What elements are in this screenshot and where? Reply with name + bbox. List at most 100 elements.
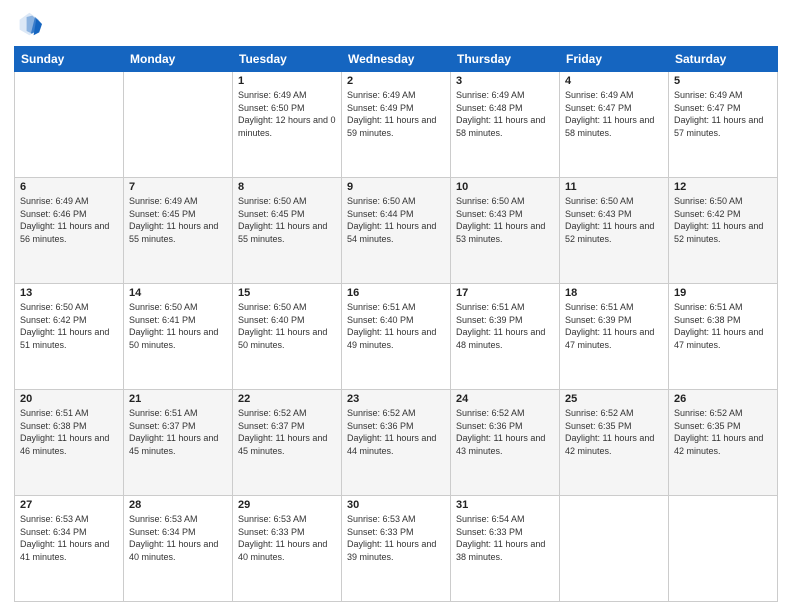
day-detail: Sunrise: 6:50 AMSunset: 6:44 PMDaylight:… (347, 196, 436, 244)
day-number: 10 (456, 181, 554, 193)
day-number: 3 (456, 75, 554, 87)
calendar-day-cell: 6 Sunrise: 6:49 AMSunset: 6:46 PMDaylight… (15, 178, 124, 284)
day-number: 11 (565, 181, 663, 193)
calendar-day-cell: 17Sunrise: 6:51 AMSunset: 6:39 PMDayligh… (451, 284, 560, 390)
day-detail: Sunrise: 6:49 AMSunset: 6:50 PMDaylight:… (238, 90, 336, 138)
day-number: 5 (674, 75, 772, 87)
calendar-day-cell: 16 Sunrise: 6:51 AMSunset: 6:40 PMDayligh… (342, 284, 451, 390)
calendar-day-cell: 8 Sunrise: 6:50 AMSunset: 6:45 PMDaylight… (233, 178, 342, 284)
day-number: 29 (238, 499, 336, 511)
calendar-day-cell: 4 Sunrise: 6:49 AMSunset: 6:47 PMDaylight… (560, 72, 669, 178)
day-detail: Sunrise: 6:49 AMSunset: 6:45 PMDaylight:… (129, 196, 218, 244)
calendar-day-cell: 30 Sunrise: 6:53 AMSunset: 6:33 PMDayligh… (342, 496, 451, 602)
weekday-header-cell: Wednesday (342, 47, 451, 72)
day-number: 7 (129, 181, 227, 193)
day-detail: Sunrise: 6:49 AMSunset: 6:47 PMDaylight:… (565, 90, 654, 138)
day-number: 26 (674, 393, 772, 405)
day-number: 25 (565, 393, 663, 405)
weekday-header-cell: Friday (560, 47, 669, 72)
day-detail: Sunrise: 6:53 AMSunset: 6:33 PMDaylight:… (347, 514, 436, 562)
day-detail: Sunrise: 6:54 AMSunset: 6:33 PMDaylight:… (456, 514, 545, 562)
day-number: 30 (347, 499, 445, 511)
day-detail: Sunrise: 6:53 AMSunset: 6:34 PMDaylight:… (129, 514, 218, 562)
calendar-day-cell: 9 Sunrise: 6:50 AMSunset: 6:44 PMDaylight… (342, 178, 451, 284)
calendar-day-cell: 26 Sunrise: 6:52 AMSunset: 6:35 PMDayligh… (669, 390, 778, 496)
calendar-day-cell: 18Sunrise: 6:51 AMSunset: 6:39 PMDayligh… (560, 284, 669, 390)
calendar-week-row: 1 Sunrise: 6:49 AMSunset: 6:50 PMDaylight… (15, 72, 778, 178)
calendar-day-cell: 15 Sunrise: 6:50 AMSunset: 6:40 PMDayligh… (233, 284, 342, 390)
day-detail: Sunrise: 6:49 AMSunset: 6:46 PMDaylight:… (20, 196, 109, 244)
day-number: 18 (565, 287, 663, 299)
day-number: 21 (129, 393, 227, 405)
day-detail: Sunrise: 6:50 AMSunset: 6:41 PMDaylight:… (129, 302, 218, 350)
day-detail: Sunrise: 6:49 AMSunset: 6:47 PMDaylight:… (674, 90, 763, 138)
calendar-day-cell (560, 496, 669, 602)
calendar-day-cell: 11Sunrise: 6:50 AMSunset: 6:43 PMDayligh… (560, 178, 669, 284)
day-number: 2 (347, 75, 445, 87)
calendar-day-cell: 22Sunrise: 6:52 AMSunset: 6:37 PMDayligh… (233, 390, 342, 496)
logo-icon (14, 10, 42, 38)
day-detail: Sunrise: 6:50 AMSunset: 6:42 PMDaylight:… (20, 302, 109, 350)
day-number: 23 (347, 393, 445, 405)
day-detail: Sunrise: 6:51 AMSunset: 6:37 PMDaylight:… (129, 408, 218, 456)
day-number: 16 (347, 287, 445, 299)
day-detail: Sunrise: 6:52 AMSunset: 6:37 PMDaylight:… (238, 408, 327, 456)
day-number: 8 (238, 181, 336, 193)
day-number: 15 (238, 287, 336, 299)
day-detail: Sunrise: 6:52 AMSunset: 6:36 PMDaylight:… (347, 408, 436, 456)
calendar-body: 1 Sunrise: 6:49 AMSunset: 6:50 PMDaylight… (15, 72, 778, 602)
calendar-day-cell: 24Sunrise: 6:52 AMSunset: 6:36 PMDayligh… (451, 390, 560, 496)
day-detail: Sunrise: 6:51 AMSunset: 6:40 PMDaylight:… (347, 302, 436, 350)
day-number: 28 (129, 499, 227, 511)
day-detail: Sunrise: 6:50 AMSunset: 6:43 PMDaylight:… (456, 196, 545, 244)
calendar-day-cell: 3 Sunrise: 6:49 AMSunset: 6:48 PMDaylight… (451, 72, 560, 178)
day-number: 4 (565, 75, 663, 87)
calendar-day-cell: 13 Sunrise: 6:50 AMSunset: 6:42 PMDayligh… (15, 284, 124, 390)
day-detail: Sunrise: 6:53 AMSunset: 6:34 PMDaylight:… (20, 514, 109, 562)
calendar-day-cell (124, 72, 233, 178)
calendar-day-cell (15, 72, 124, 178)
calendar-day-cell: 20Sunrise: 6:51 AMSunset: 6:38 PMDayligh… (15, 390, 124, 496)
calendar-day-cell: 21 Sunrise: 6:51 AMSunset: 6:37 PMDayligh… (124, 390, 233, 496)
logo (14, 10, 46, 38)
calendar-day-cell (669, 496, 778, 602)
weekday-header-cell: Sunday (15, 47, 124, 72)
day-detail: Sunrise: 6:50 AMSunset: 6:40 PMDaylight:… (238, 302, 327, 350)
calendar-day-cell: 10 Sunrise: 6:50 AMSunset: 6:43 PMDayligh… (451, 178, 560, 284)
day-number: 1 (238, 75, 336, 87)
calendar-table: SundayMondayTuesdayWednesdayThursdayFrid… (14, 46, 778, 602)
page: SundayMondayTuesdayWednesdayThursdayFrid… (0, 0, 792, 612)
day-detail: Sunrise: 6:52 AMSunset: 6:35 PMDaylight:… (674, 408, 763, 456)
calendar-day-cell: 28 Sunrise: 6:53 AMSunset: 6:34 PMDayligh… (124, 496, 233, 602)
weekday-header-cell: Thursday (451, 47, 560, 72)
calendar-day-cell: 23 Sunrise: 6:52 AMSunset: 6:36 PMDayligh… (342, 390, 451, 496)
day-number: 13 (20, 287, 118, 299)
day-detail: Sunrise: 6:52 AMSunset: 6:35 PMDaylight:… (565, 408, 654, 456)
calendar-day-cell: 7 Sunrise: 6:49 AMSunset: 6:45 PMDaylight… (124, 178, 233, 284)
day-detail: Sunrise: 6:53 AMSunset: 6:33 PMDaylight:… (238, 514, 327, 562)
day-detail: Sunrise: 6:51 AMSunset: 6:38 PMDaylight:… (674, 302, 763, 350)
day-number: 12 (674, 181, 772, 193)
calendar-day-cell: 2 Sunrise: 6:49 AMSunset: 6:49 PMDaylight… (342, 72, 451, 178)
calendar-day-cell: 19 Sunrise: 6:51 AMSunset: 6:38 PMDayligh… (669, 284, 778, 390)
calendar-day-cell: 1 Sunrise: 6:49 AMSunset: 6:50 PMDaylight… (233, 72, 342, 178)
weekday-header-cell: Tuesday (233, 47, 342, 72)
day-number: 9 (347, 181, 445, 193)
day-number: 19 (674, 287, 772, 299)
day-detail: Sunrise: 6:49 AMSunset: 6:49 PMDaylight:… (347, 90, 436, 138)
calendar-day-cell: 25 Sunrise: 6:52 AMSunset: 6:35 PMDayligh… (560, 390, 669, 496)
day-number: 6 (20, 181, 118, 193)
calendar-day-cell: 29 Sunrise: 6:53 AMSunset: 6:33 PMDayligh… (233, 496, 342, 602)
calendar-day-cell: 31Sunrise: 6:54 AMSunset: 6:33 PMDayligh… (451, 496, 560, 602)
day-detail: Sunrise: 6:51 AMSunset: 6:38 PMDaylight:… (20, 408, 109, 456)
day-detail: Sunrise: 6:51 AMSunset: 6:39 PMDaylight:… (456, 302, 545, 350)
calendar-week-row: 6 Sunrise: 6:49 AMSunset: 6:46 PMDaylight… (15, 178, 778, 284)
calendar-week-row: 20Sunrise: 6:51 AMSunset: 6:38 PMDayligh… (15, 390, 778, 496)
day-detail: Sunrise: 6:50 AMSunset: 6:45 PMDaylight:… (238, 196, 327, 244)
calendar-week-row: 13 Sunrise: 6:50 AMSunset: 6:42 PMDayligh… (15, 284, 778, 390)
calendar-day-cell: 12Sunrise: 6:50 AMSunset: 6:42 PMDayligh… (669, 178, 778, 284)
day-detail: Sunrise: 6:49 AMSunset: 6:48 PMDaylight:… (456, 90, 545, 138)
day-number: 27 (20, 499, 118, 511)
weekday-header-cell: Saturday (669, 47, 778, 72)
calendar-day-cell: 27 Sunrise: 6:53 AMSunset: 6:34 PMDayligh… (15, 496, 124, 602)
